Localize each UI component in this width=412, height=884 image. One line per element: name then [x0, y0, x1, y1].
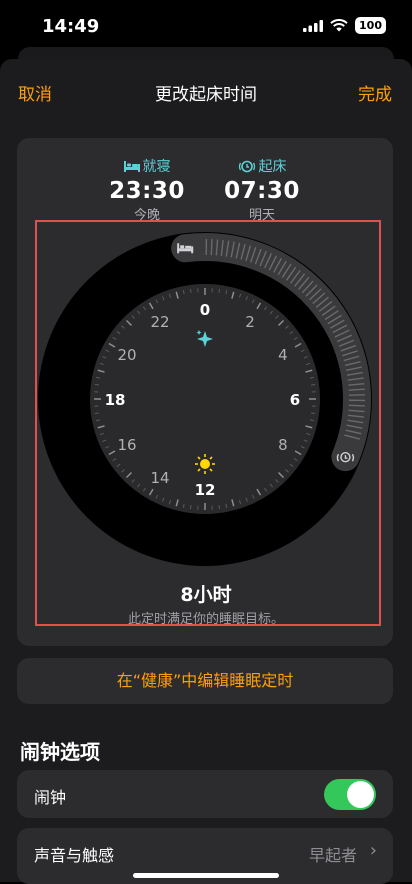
home-indicator[interactable]: [133, 873, 279, 878]
status-bar: 14:49 100: [0, 0, 412, 52]
edit-in-health-button[interactable]: 在“健康”中编辑睡眠定时: [17, 658, 393, 704]
sleep-duration: 8小时: [0, 580, 412, 607]
chevron-right-icon: ›: [370, 840, 377, 861]
sound-haptics-value: 早起者: [309, 842, 357, 866]
wake-time: 07:30: [207, 178, 317, 204]
status-icons: 100: [303, 17, 386, 34]
sleep-goal-note: 此定时满足你的睡眠目标。: [0, 608, 412, 627]
toggle-knob: [347, 781, 374, 808]
bedtime-block: 就寝 23:30 今晚: [92, 156, 202, 223]
wake-label: 起床: [259, 159, 287, 175]
sound-haptics-label: 声音与触感: [34, 842, 114, 866]
sheet-title: 更改起床时间: [0, 80, 412, 105]
status-time: 14:49: [42, 16, 99, 37]
alarm-options-heading: 闹钟选项: [20, 736, 100, 765]
alarm-row: 闹钟: [17, 770, 393, 818]
alarm-icon: [238, 159, 256, 173]
done-button[interactable]: 完成: [358, 80, 392, 105]
dial-highlight-box: [35, 220, 381, 626]
alarm-label: 闹钟: [34, 784, 66, 808]
bedtime-label: 就寝: [143, 159, 171, 175]
wake-block: 起床 07:30 明天: [207, 156, 317, 223]
cellular-signal-icon: [303, 20, 323, 32]
battery-indicator: 100: [355, 17, 386, 34]
bed-icon: [124, 161, 140, 172]
alarm-toggle[interactable]: [324, 779, 376, 810]
bedtime-time: 23:30: [92, 178, 202, 204]
wifi-icon: [330, 19, 348, 32]
